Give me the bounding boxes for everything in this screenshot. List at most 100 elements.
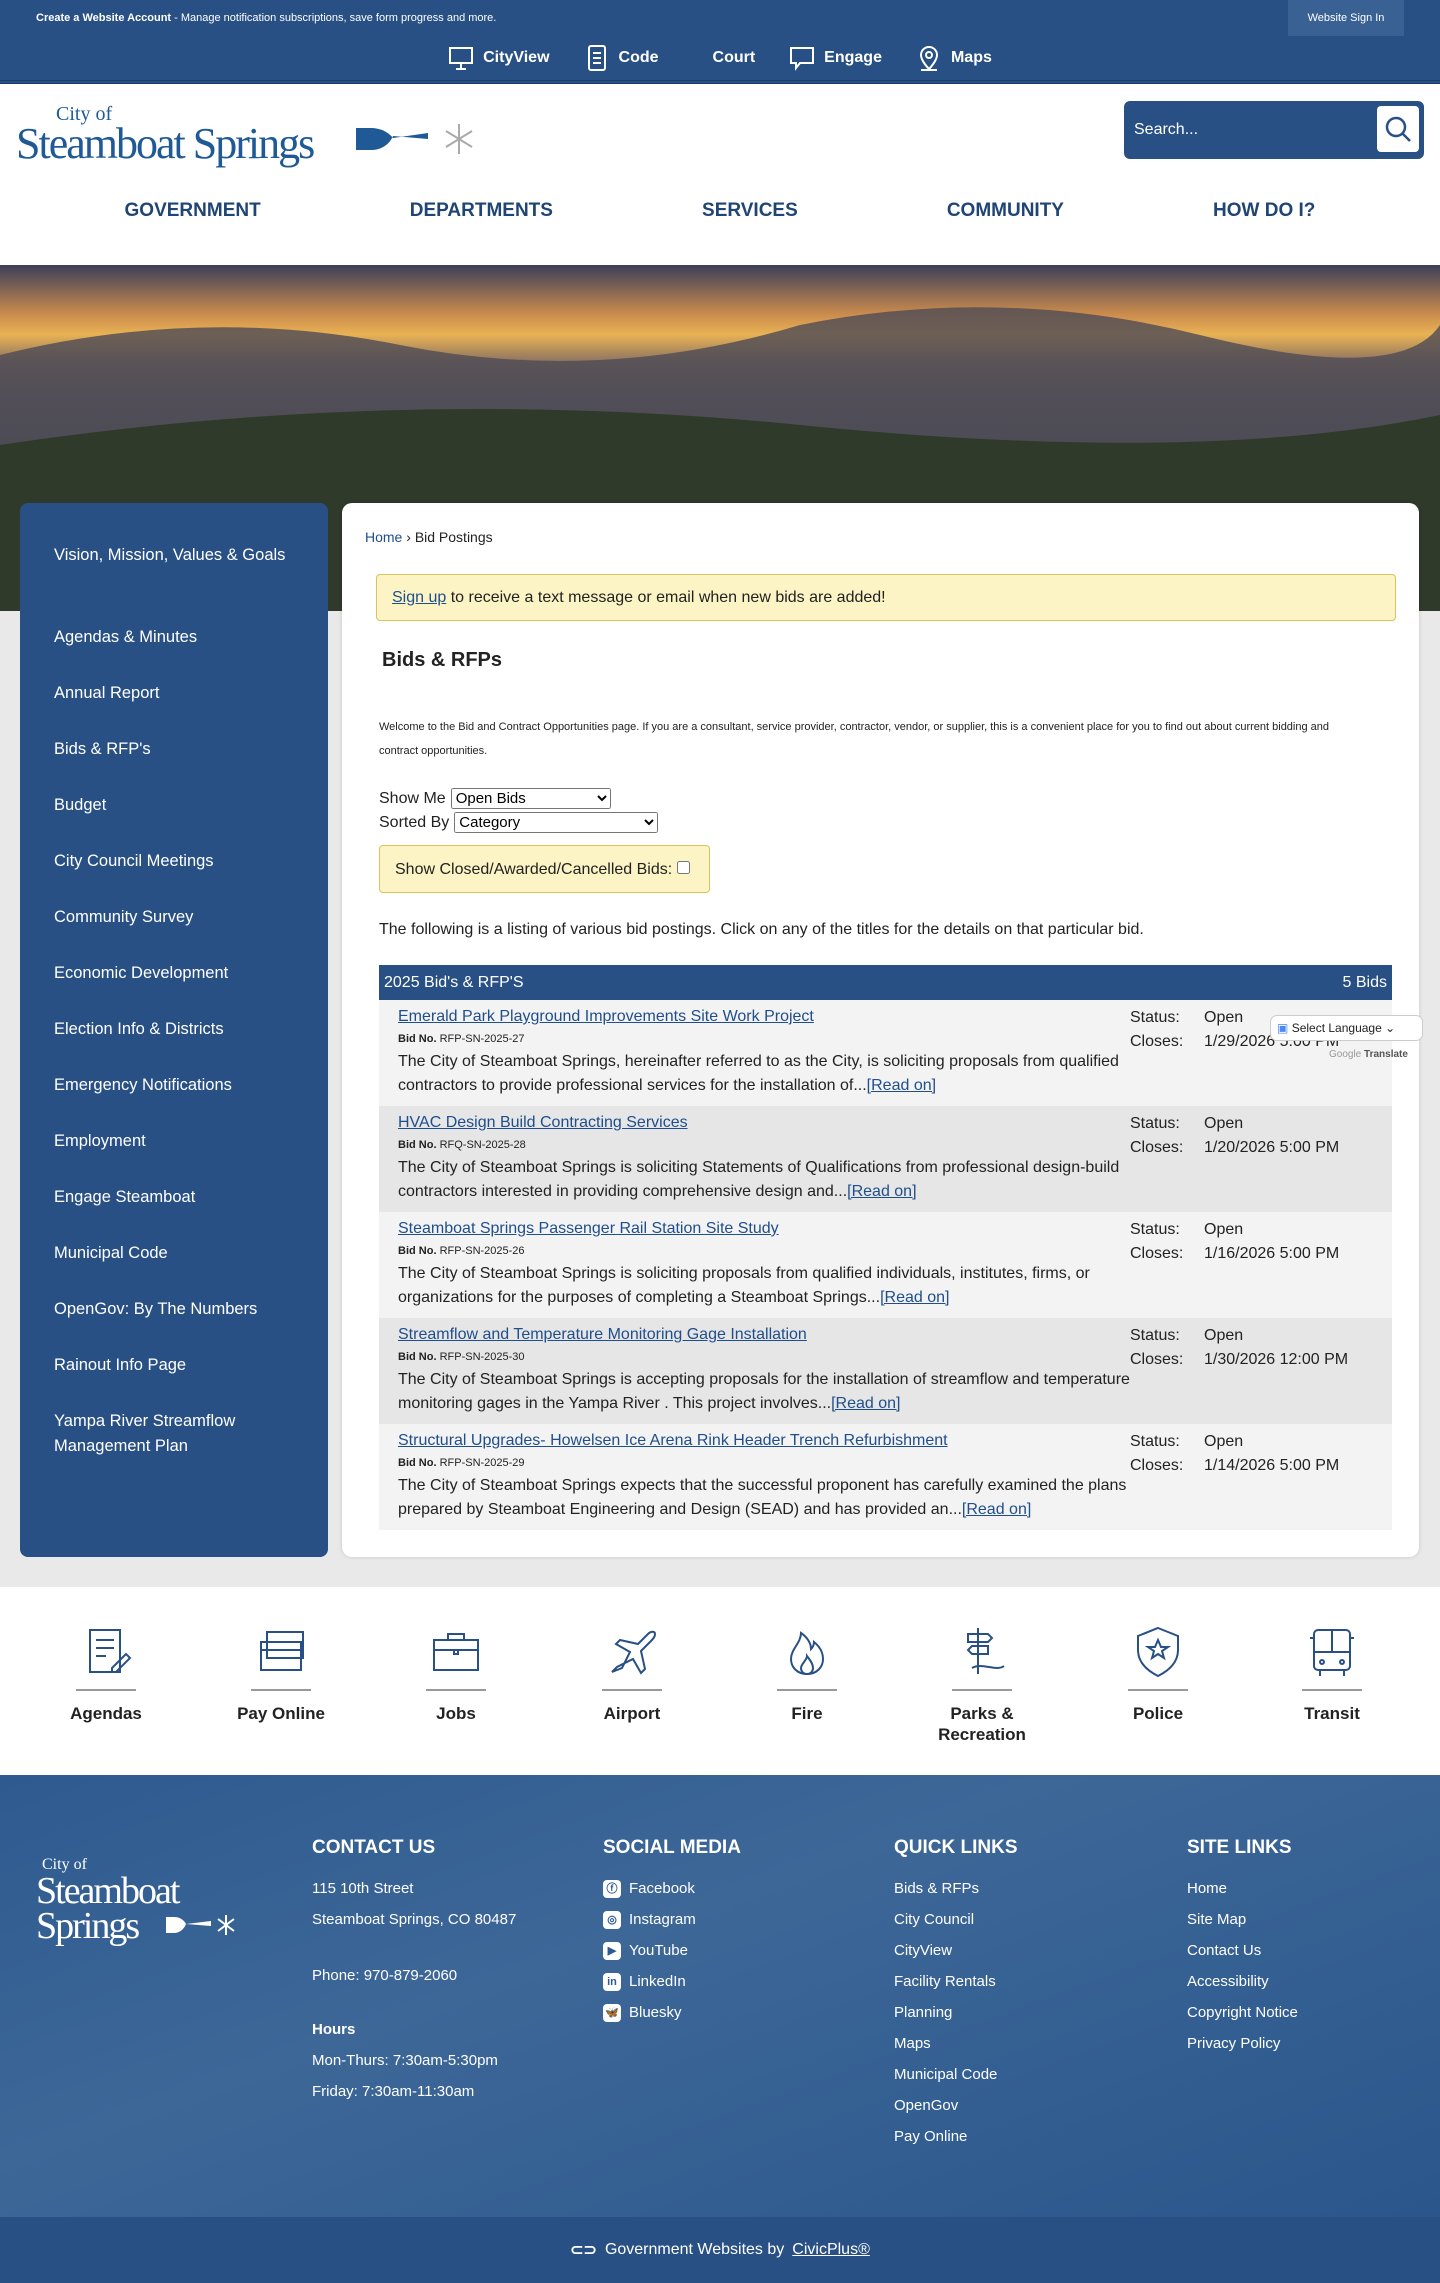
city-logo[interactable]: City of Steamboat Springs xyxy=(16,98,476,168)
sorted-by-select[interactable]: Category xyxy=(454,812,659,833)
status-value: Open xyxy=(1204,1327,1244,1344)
social-facebook[interactable]: ⓕ Facebook xyxy=(603,1873,741,1904)
sidebar-item[interactable]: Budget xyxy=(20,793,328,849)
nav-how-do-i[interactable]: HOW DO I? xyxy=(1213,200,1315,222)
sidebar-item[interactable]: Engage Steamboat xyxy=(20,1185,328,1241)
sign-up-link[interactable]: Sign up xyxy=(392,589,446,606)
quick-link[interactable]: CityView xyxy=(894,1935,1018,1966)
sidebar-item[interactable]: Economic Development xyxy=(20,961,328,1017)
show-me-select[interactable]: Open Bids xyxy=(450,788,611,809)
nav-government[interactable]: GOVERNMENT xyxy=(125,200,261,222)
bid-description: The City of Steamboat Springs is accepti… xyxy=(398,1368,1138,1416)
closes-label: Closes: xyxy=(1130,1457,1184,1474)
bid-no-label: Bid No. xyxy=(398,1245,437,1257)
read-on-link[interactable]: [Read on] xyxy=(962,1501,1031,1518)
sidebar-item[interactable]: Vision, Mission, Values & Goals xyxy=(20,543,328,625)
quicknav-engage[interactable]: Engage xyxy=(789,44,882,72)
quick-icon-band: Agendas Pay Online Jobs Airport Fire Parks & … xyxy=(0,1587,1440,1775)
quick-link-jobs[interactable]: Jobs xyxy=(386,1622,526,1724)
quick-link-label: Agendas xyxy=(70,1704,142,1723)
sidebar-item[interactable]: Bids & RFP's xyxy=(20,737,328,793)
sidebar-item[interactable]: Annual Report xyxy=(20,681,328,737)
site-link[interactable]: Accessibility xyxy=(1187,1966,1298,1997)
breadcrumb: Home › Bid Postings xyxy=(365,529,493,545)
sorted-by-label: Sorted By xyxy=(379,814,450,831)
search-input[interactable] xyxy=(1134,111,1334,149)
nav-departments[interactable]: DEPARTMENTS xyxy=(410,200,553,222)
translate-label: Translate xyxy=(1364,1049,1408,1060)
quick-link-label: Parks & Recreation xyxy=(938,1704,1026,1744)
sidebar-item[interactable]: Rainout Info Page xyxy=(20,1353,328,1409)
site-link[interactable]: Privacy Policy xyxy=(1187,2028,1298,2059)
read-on-link[interactable]: [Read on] xyxy=(867,1077,936,1094)
quick-link[interactable]: Planning xyxy=(894,1997,1018,2028)
bid-no-value: RFP-SN-2025-26 xyxy=(439,1245,525,1257)
linkedin-icon: in xyxy=(603,1972,621,1991)
select-language-dropdown[interactable]: ▣ Select Language ⌄ xyxy=(1270,1015,1423,1041)
quick-link[interactable]: Pay Online xyxy=(894,2121,1018,2152)
bid-status: Status: Open Closes: 1/14/2026 5:00 PM xyxy=(1130,1430,1339,1478)
show-closed-checkbox[interactable] xyxy=(676,861,690,874)
sidebar-item[interactable]: Employment xyxy=(20,1129,328,1185)
status-value: Open xyxy=(1204,1009,1244,1026)
site-link[interactable]: Home xyxy=(1187,1873,1298,1904)
social-linkedin[interactable]: in LinkedIn xyxy=(603,1966,741,1997)
breadcrumb-home[interactable]: Home xyxy=(365,529,402,545)
social-youtube[interactable]: ▶ YouTube xyxy=(603,1935,741,1966)
sidebar-nav: Vision, Mission, Values & Goals Agendas &… xyxy=(20,503,328,1557)
quick-link-agendas[interactable]: Agendas xyxy=(36,1622,176,1724)
sidebar-item[interactable]: OpenGov: By The Numbers xyxy=(20,1297,328,1353)
site-link[interactable]: Contact Us xyxy=(1187,1935,1298,1966)
quicknav-label: Engage xyxy=(824,49,882,66)
quick-link-transit[interactable]: Transit xyxy=(1262,1622,1402,1724)
quick-link-parks-recreation[interactable]: Parks & Recreation xyxy=(912,1622,1052,1745)
social-instagram[interactable]: ◎ Instagram xyxy=(603,1904,741,1935)
quicknav-court[interactable]: Court xyxy=(713,49,756,67)
sidebar-item[interactable]: City Council Meetings xyxy=(20,849,328,905)
bid-row: HVAC Design Build Contracting Services B… xyxy=(379,1106,1392,1212)
quick-link-pay-online[interactable]: Pay Online xyxy=(211,1622,351,1724)
read-on-link[interactable]: [Read on] xyxy=(847,1183,916,1200)
contact-phone: Phone: 970-879-2060 xyxy=(312,1967,458,1984)
read-on-link[interactable]: [Read on] xyxy=(831,1395,900,1412)
quick-link[interactable]: City Council xyxy=(894,1904,1018,1935)
youtube-icon: ▶ xyxy=(603,1941,621,1960)
search-button[interactable] xyxy=(1377,106,1419,152)
social-bluesky[interactable]: 🦋 Bluesky xyxy=(603,1997,741,2028)
contact-street: 115 10th Street xyxy=(312,1880,414,1897)
quicknav-cityview[interactable]: CityView xyxy=(448,44,550,72)
divider xyxy=(1128,1689,1188,1691)
bottom-bar: ⊂⊃ Government Websites by CivicPlus® xyxy=(0,2217,1440,2283)
divider xyxy=(251,1689,311,1691)
quick-link[interactable]: Municipal Code xyxy=(894,2059,1018,2090)
create-account-desc: - Manage notification subscriptions, sav… xyxy=(171,12,497,24)
sidebar-item[interactable]: Agendas & Minutes xyxy=(20,625,328,681)
quick-link[interactable]: Facility Rentals xyxy=(894,1966,1018,1997)
quicknav-maps[interactable]: Maps xyxy=(916,44,992,72)
quick-link-police[interactable]: Police xyxy=(1088,1622,1228,1724)
quicknav-code[interactable]: Code xyxy=(584,44,659,72)
create-account-link[interactable]: Create a Website Account - Manage notifi… xyxy=(36,12,496,24)
bid-row: Structural Upgrades- Howelsen Ice Arena … xyxy=(379,1424,1392,1530)
site-link[interactable]: Copyright Notice xyxy=(1187,1997,1298,2028)
quick-link-airport[interactable]: Airport xyxy=(562,1622,702,1724)
sidebar-item[interactable]: Community Survey xyxy=(20,905,328,961)
nav-services[interactable]: SERVICES xyxy=(702,200,798,222)
nav-community[interactable]: COMMUNITY xyxy=(947,200,1064,222)
status-label: Status: xyxy=(1130,1115,1180,1132)
quick-link[interactable]: Bids & RFPs xyxy=(894,1873,1018,1904)
civicplus-link[interactable]: CivicPlus® xyxy=(792,2241,870,2259)
sidebar-item[interactable]: Yampa River Streamflow Management Plan xyxy=(20,1409,328,1491)
agendas-icon xyxy=(89,1629,132,1673)
quick-link-fire[interactable]: Fire xyxy=(737,1622,877,1724)
quick-link[interactable]: OpenGov xyxy=(894,2090,1018,2121)
quick-link[interactable]: Maps xyxy=(894,2028,1018,2059)
read-on-link[interactable]: [Read on] xyxy=(880,1289,949,1306)
website-sign-in-button[interactable]: Website Sign In xyxy=(1288,0,1404,36)
divider xyxy=(777,1689,837,1691)
site-link[interactable]: Site Map xyxy=(1187,1904,1298,1935)
show-closed-label: Show Closed/Awarded/Cancelled Bids: xyxy=(395,861,673,878)
sidebar-item[interactable]: Municipal Code xyxy=(20,1241,328,1297)
sidebar-item[interactable]: Election Info & Districts xyxy=(20,1017,328,1073)
sidebar-item[interactable]: Emergency Notifications xyxy=(20,1073,328,1129)
